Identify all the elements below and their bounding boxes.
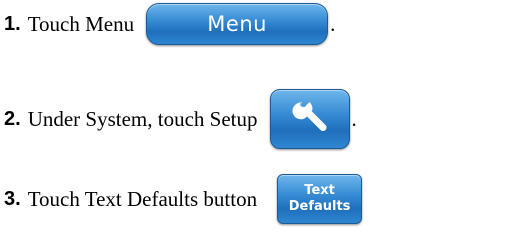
step-period: . [330,11,336,36]
step-instruction: Touch Menu [27,11,135,36]
step-2: 2. Under System, touch Setup . [4,89,357,149]
step-1: 1. Touch Menu Menu . [4,3,335,45]
step-number: 1. [4,12,21,35]
wrench-icon [292,102,326,131]
text-defaults-label-line1: Text [304,183,335,198]
step-instruction: Touch Text Defaults button [27,186,258,211]
step-3: 3. Touch Text Defaults button Text Defau… [4,174,363,224]
menu-button[interactable]: Menu [146,3,329,45]
text-defaults-label-line2: Defaults [288,199,351,214]
step-instruction: Under System, touch Setup [27,106,258,131]
setup-button[interactable] [269,89,350,149]
menu-button-label: Menu [207,12,267,36]
step-number: 2. [4,107,21,130]
step-number: 3. [4,187,21,210]
text-defaults-button[interactable]: Text Defaults [277,174,363,224]
step-period: . [351,106,357,131]
